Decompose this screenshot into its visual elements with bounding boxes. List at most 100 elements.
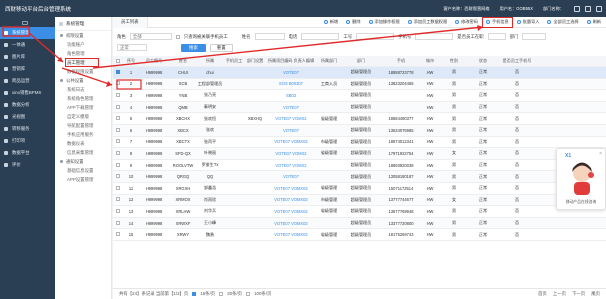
cell-proj[interactable]: VOTE07 VOMX02 (265, 139, 317, 144)
subnav-item[interactable]: 手机应用服务 (55, 130, 111, 139)
cell-proj[interactable]: VOTE07 VOMX02 (265, 186, 317, 191)
cell-proj[interactable]: VOTE07 (265, 174, 317, 179)
table-row[interactable]: 1 H999998 CHUI chui VOTE07 超级管理员 18888723778 HW… (113, 67, 606, 79)
subnav-group[interactable]: 公共设置 (55, 76, 111, 85)
cell-proj[interactable]: VOTE07 VOMX2 (265, 151, 317, 156)
last-page-link[interactable]: 尾页 (591, 291, 600, 297)
row-checkbox-cell[interactable] (113, 162, 123, 168)
empno-input[interactable] (356, 33, 395, 40)
dept-select[interactable] (522, 33, 547, 40)
subnav-item[interactable]: 员工管理 (65, 58, 99, 67)
row-checkbox-cell[interactable] (113, 116, 123, 121)
row-checkbox[interactable] (116, 150, 120, 155)
cell-proj[interactable]: SB03 (265, 93, 317, 98)
cell-proj-text[interactable]: VOTE07 VOMX02 (274, 221, 307, 226)
employed-select[interactable] (487, 33, 506, 40)
row-checkbox-cell[interactable] (113, 232, 123, 237)
row-checkbox-cell[interactable] (113, 92, 123, 98)
sidebar-item-5[interactable]: xino销售BPMS (0, 87, 55, 99)
status-select[interactable]: 正常 (117, 44, 147, 51)
row-checkbox-cell[interactable] (113, 174, 123, 179)
sidebar-item-10[interactable]: 数据平台 (0, 147, 55, 159)
sidebar-item-7[interactable]: 光视图 (0, 111, 55, 123)
cell-proj-text[interactable]: SB03 (286, 93, 296, 98)
row-checkbox[interactable] (116, 116, 120, 121)
toolbar-button-7[interactable]: 全部员工选择 (544, 18, 581, 27)
row-checkbox[interactable] (116, 127, 120, 132)
mobile-input[interactable] (415, 33, 454, 40)
row-checkbox-cell[interactable] (113, 150, 123, 156)
sidebar-item-9[interactable]: 打印项 (0, 135, 55, 147)
cell-proj[interactable]: VOTE07 (265, 105, 317, 110)
table-row[interactable]: 2 H999998 SCB 工程部管理员 SOS B00307 工商入员 超级管理员 1382… (113, 78, 606, 91)
row-checkbox-cell[interactable] (113, 81, 123, 86)
cell-proj-text[interactable]: VOTE07 VOMX02 (274, 197, 307, 202)
column-header[interactable] (113, 58, 123, 64)
subnav-item[interactable]: 自定义模版 (55, 112, 111, 121)
toolbar-button-4[interactable]: 修改密码 (452, 18, 481, 27)
subnav-item[interactable]: 基础信息设置 (55, 166, 111, 175)
message-icon[interactable] (585, 5, 591, 12)
subnav-item[interactable]: 系统角色管理 (55, 94, 111, 103)
toolbar-button-8[interactable]: 刷新 (584, 18, 604, 27)
tab-staff-list[interactable]: 员工列表 (113, 16, 148, 28)
sidebar-item-11[interactable]: 评价 (0, 159, 55, 171)
name-input[interactable] (254, 33, 285, 40)
row-checkbox-cell[interactable] (113, 69, 123, 75)
cell-proj-text[interactable]: VOTE07 VOMX02 (274, 139, 307, 144)
collapse-toggle-icon[interactable] (22, 21, 28, 25)
table-row[interactable]: 4 H999998 QMB 秦明安 VOTE07 超级管理员 HW 男 正常 否 (113, 101, 606, 114)
settings-icon[interactable] (574, 5, 580, 12)
cell-proj-text[interactable]: VOTE07 (283, 105, 299, 110)
role-select[interactable]: 全部 (129, 33, 172, 40)
cell-proj-text[interactable]: VOTE07 VOMX2 (275, 151, 306, 156)
row-checkbox[interactable] (116, 232, 120, 237)
cell-proj[interactable]: VOTE07 VOMX2 (265, 116, 317, 121)
toolbar-button-2[interactable]: 添加操作权限 (366, 18, 403, 27)
subnav-item[interactable]: 数据权限设置 (55, 67, 111, 76)
cell-proj[interactable]: VOTE07 VOMX02 (265, 209, 317, 214)
table-row[interactable]: 3 H999998 YNB 张乃亮 SB03 超级管理员 HW 男 正常 否 (113, 90, 606, 102)
table-row[interactable]: 6 H999998 XBCX 张欢 VOTE07 超级管理员 13634076985 HW 男 正… (113, 124, 606, 137)
subnav-item[interactable]: APP设置管理 (55, 175, 111, 184)
row-checkbox-cell[interactable] (113, 139, 123, 144)
cell-proj-text[interactable]: VOTE07 (283, 70, 299, 75)
bound-phone-checkbox[interactable] (175, 34, 180, 39)
table-row[interactable]: 8 H999998 SFD-QX 叶晓丽 VOTE07 VOMX2 省级管理 超级管理员 17… (113, 148, 606, 160)
phone-input[interactable] (301, 33, 340, 40)
cell-proj[interactable]: VOTE07 VOMX2 (265, 163, 317, 168)
subnav-item[interactable]: 功能账户 (55, 40, 111, 49)
cell-proj-text[interactable]: VOTE07 (283, 174, 299, 179)
cell-proj[interactable]: SOS B00307 (265, 81, 317, 86)
row-checkbox[interactable] (116, 92, 120, 97)
sidebar-item-2[interactable]: 图片库 (0, 51, 55, 63)
cell-proj-text[interactable]: VOTE07 VOMX2 (275, 116, 306, 121)
cell-proj-text[interactable]: VOTE07 VOMX2 (275, 163, 306, 168)
row-checkbox[interactable] (116, 174, 120, 179)
table-row[interactable]: 9 H999998 ROOLVTW 罗俊生Tx VOTE07 VOMX2 超级管理员 188… (113, 160, 606, 172)
row-checkbox[interactable] (116, 208, 120, 213)
table-row[interactable]: 14 H999998 XRWXF 王小峰 VOTE07 VOMX02 超级管理员 13377… (113, 217, 606, 230)
cell-proj-text[interactable]: VOTE07 (283, 128, 299, 133)
subnav-group[interactable]: 通知设置 (55, 157, 111, 166)
toolbar-button-1[interactable]: 删除 (343, 18, 363, 27)
subnav-item[interactable]: 数据仪表 (55, 139, 111, 148)
row-checkbox-cell[interactable] (113, 185, 123, 191)
row-checkbox[interactable] (116, 220, 120, 225)
row-checkbox[interactable] (116, 81, 120, 86)
cell-proj[interactable]: VOTE07 VOMX02 (265, 221, 317, 226)
table-row[interactable]: 12 H999998 XRMOX 肖雨欣 VOTE07 VOMX02 市级管理 超级管理员 1… (113, 194, 606, 207)
table-row[interactable]: 10 H999998 QRGQ QQ VOTE07 超级管理员 13058180187 HW 男… (113, 171, 606, 183)
cell-proj[interactable]: VOTE07 (265, 70, 317, 75)
subnav-item[interactable]: 信息采集管理 (55, 148, 111, 157)
row-checkbox-cell[interactable] (113, 197, 123, 202)
row-checkbox[interactable] (116, 104, 120, 109)
cell-proj[interactable]: VOTE07 VOMX02 (265, 232, 317, 237)
row-checkbox[interactable] (116, 162, 120, 167)
table-row[interactable]: 13 H999998 XRLHW 刘华兵 VOTE07 VOMX02 省级管理 超级管理员 1… (113, 206, 606, 218)
sidebar-item-6[interactable]: 数据分析 (0, 99, 55, 111)
toolbar-button-6[interactable]: 批量导入 (514, 18, 543, 27)
table-row[interactable]: 5 H999998 XBCHX 张欢恒 XBXHQ VOTE07 VOMX2 省级管理 超级管… (113, 113, 606, 125)
subnav-item[interactable]: APP下载管理 (55, 103, 111, 112)
search-button[interactable]: 搜索 (181, 43, 206, 52)
